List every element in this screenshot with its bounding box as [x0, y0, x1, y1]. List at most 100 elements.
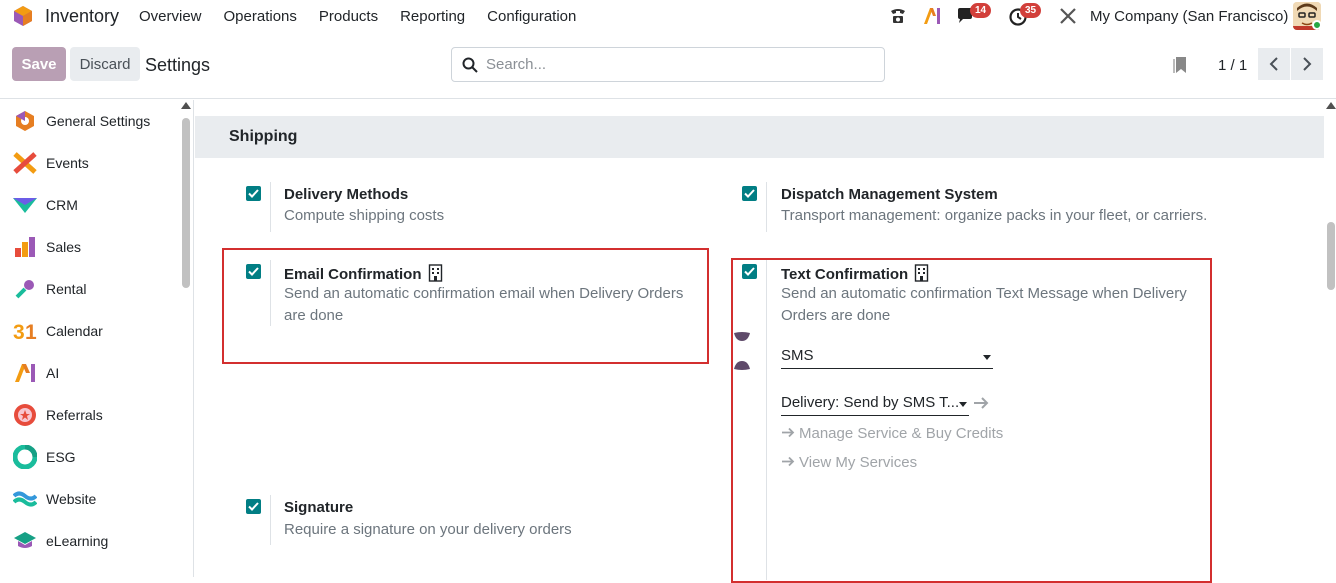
sidebar-item-crm[interactable]: CRM — [0, 184, 180, 226]
menu-configuration[interactable]: Configuration — [487, 8, 576, 25]
signature-checkbox[interactable] — [246, 499, 261, 514]
main-menu: Overview Operations Products Reporting C… — [139, 8, 598, 25]
email-confirmation-checkbox[interactable] — [246, 264, 261, 279]
search-box[interactable] — [451, 47, 885, 82]
sidebar-item-elearning[interactable]: eLearning — [0, 520, 180, 562]
text-confirmation-description: Send an automatic confirmation Text Mess… — [781, 285, 1187, 324]
check-icon — [744, 189, 755, 198]
sidebar-item-events[interactable]: Events — [0, 142, 180, 184]
sidebar-item-website[interactable]: Website — [0, 478, 180, 520]
app-name[interactable]: Inventory — [45, 6, 119, 27]
sidebar-scroll-up-arrow[interactable] — [181, 102, 191, 109]
manage-service-label: Manage Service & Buy Credits — [799, 425, 1004, 442]
sidebar-item-label: Referrals — [46, 407, 103, 423]
elearning-icon — [12, 528, 38, 554]
sidebar-item-referrals[interactable]: Referrals — [0, 394, 180, 436]
general-settings-icon — [12, 108, 38, 134]
website-icon — [12, 486, 38, 512]
check-icon — [248, 267, 259, 276]
check-icon — [248, 189, 259, 198]
page-title: Settings — [145, 55, 211, 75]
company-switcher[interactable]: My Company (San Francisco) — [1090, 8, 1288, 25]
delivery-methods-title: Delivery Methods — [284, 186, 409, 203]
check-icon — [248, 502, 259, 511]
section-header: Shipping — [195, 116, 1324, 158]
sms-template-icon — [734, 361, 750, 370]
text-confirmation-title-row: Text Confirmation — [781, 264, 929, 283]
dispatch-management-checkbox[interactable] — [742, 186, 757, 201]
sidebar-item-rental[interactable]: Rental — [0, 268, 180, 310]
section-title: Shipping — [229, 128, 298, 145]
signature-description: Require a signature on your delivery ord… — [284, 521, 572, 538]
arrow-right-icon — [782, 456, 795, 467]
phone-icon[interactable] — [887, 5, 909, 27]
control-panel: Save Discard Settings 1 / 1 — [0, 33, 1336, 99]
referrals-icon — [12, 402, 38, 428]
sidebar-item-label: CRM — [46, 197, 78, 213]
menu-operations[interactable]: Operations — [224, 8, 297, 25]
debug-tools-icon[interactable] — [1057, 5, 1079, 27]
svg-text:3: 3 — [13, 321, 25, 342]
search-input[interactable] — [486, 56, 866, 73]
pager-value[interactable]: 1 / 1 — [1218, 57, 1247, 74]
sidebar-item-general-settings[interactable]: General Settings — [0, 100, 180, 142]
sms-template-value: Delivery: Send by SMS T... — [781, 394, 960, 411]
bookmark-icon[interactable] — [1172, 56, 1188, 74]
sidebar-item-label: Sales — [46, 239, 82, 255]
inventory-app-icon[interactable] — [12, 5, 34, 27]
ai-icon — [12, 360, 38, 386]
sidebar-scrollbar-thumb[interactable] — [182, 118, 190, 288]
delivery-methods-checkbox[interactable] — [246, 186, 261, 201]
internal-link-arrow-icon[interactable] — [973, 397, 989, 409]
sidebar-item-label: Rental — [46, 281, 87, 297]
sidebar-item-label: AI — [46, 365, 60, 381]
text-confirmation-title: Text Confirmation — [781, 266, 909, 283]
settings-sidebar: General Settings Events CRM Sales Rental… — [0, 100, 194, 577]
sidebar-item-ai[interactable]: AI — [0, 352, 180, 394]
company-building-icon — [428, 264, 442, 282]
sidebar-item-label: ESG — [46, 449, 76, 465]
menu-reporting[interactable]: Reporting — [400, 8, 465, 25]
sidebar-item-label: eLearning — [46, 533, 109, 549]
calendar-icon: 31 — [12, 318, 38, 344]
divider — [766, 182, 767, 232]
sidebar-item-sales[interactable]: Sales — [0, 226, 180, 268]
menu-products[interactable]: Products — [319, 8, 378, 25]
email-confirmation-description: Send an automatic confirmation email whe… — [284, 285, 684, 324]
view-services-link[interactable]: View My Services — [781, 454, 917, 471]
divider — [766, 260, 767, 580]
divider — [270, 182, 271, 232]
settings-content: Shipping Delivery Methods Compute shippi… — [195, 100, 1336, 583]
online-status-indicator — [1312, 20, 1322, 30]
sidebar-item-esg[interactable]: ESG — [0, 436, 180, 478]
pager-next-button[interactable] — [1291, 48, 1323, 80]
content-scroll-up-arrow[interactable] — [1326, 102, 1336, 109]
ai-assistant-icon[interactable] — [921, 5, 943, 27]
crm-icon — [12, 192, 38, 218]
svg-text:1: 1 — [25, 321, 37, 342]
chat-badge: 14 — [970, 3, 992, 18]
rental-icon — [12, 276, 38, 302]
pager-previous-button[interactable] — [1258, 48, 1290, 80]
manage-service-link[interactable]: Manage Service & Buy Credits — [781, 425, 1003, 442]
sales-icon — [12, 234, 38, 260]
dispatch-management-title: Dispatch Management System — [781, 186, 998, 203]
text-confirmation-checkbox[interactable] — [742, 264, 757, 279]
sms-provider-select[interactable]: SMS — [781, 347, 993, 369]
menu-overview[interactable]: Overview — [139, 8, 202, 25]
save-button[interactable]: Save — [12, 47, 66, 81]
sidebar-item-calendar[interactable]: 31 Calendar — [0, 310, 180, 352]
check-icon — [744, 267, 755, 276]
events-icon — [12, 150, 38, 176]
divider — [270, 260, 271, 326]
sms-provider-icon — [734, 332, 750, 341]
discard-button[interactable]: Discard — [70, 47, 140, 81]
sms-provider-value: SMS — [781, 347, 814, 364]
arrow-right-icon — [782, 427, 795, 438]
content-scrollbar-thumb[interactable] — [1327, 222, 1335, 290]
chevron-down-icon — [959, 402, 967, 407]
sms-template-select[interactable]: Delivery: Send by SMS T... — [781, 394, 969, 416]
activity-badge: 35 — [1020, 3, 1042, 18]
top-navbar: Inventory Overview Operations Products R… — [0, 0, 1336, 33]
chevron-left-icon — [1269, 57, 1278, 71]
